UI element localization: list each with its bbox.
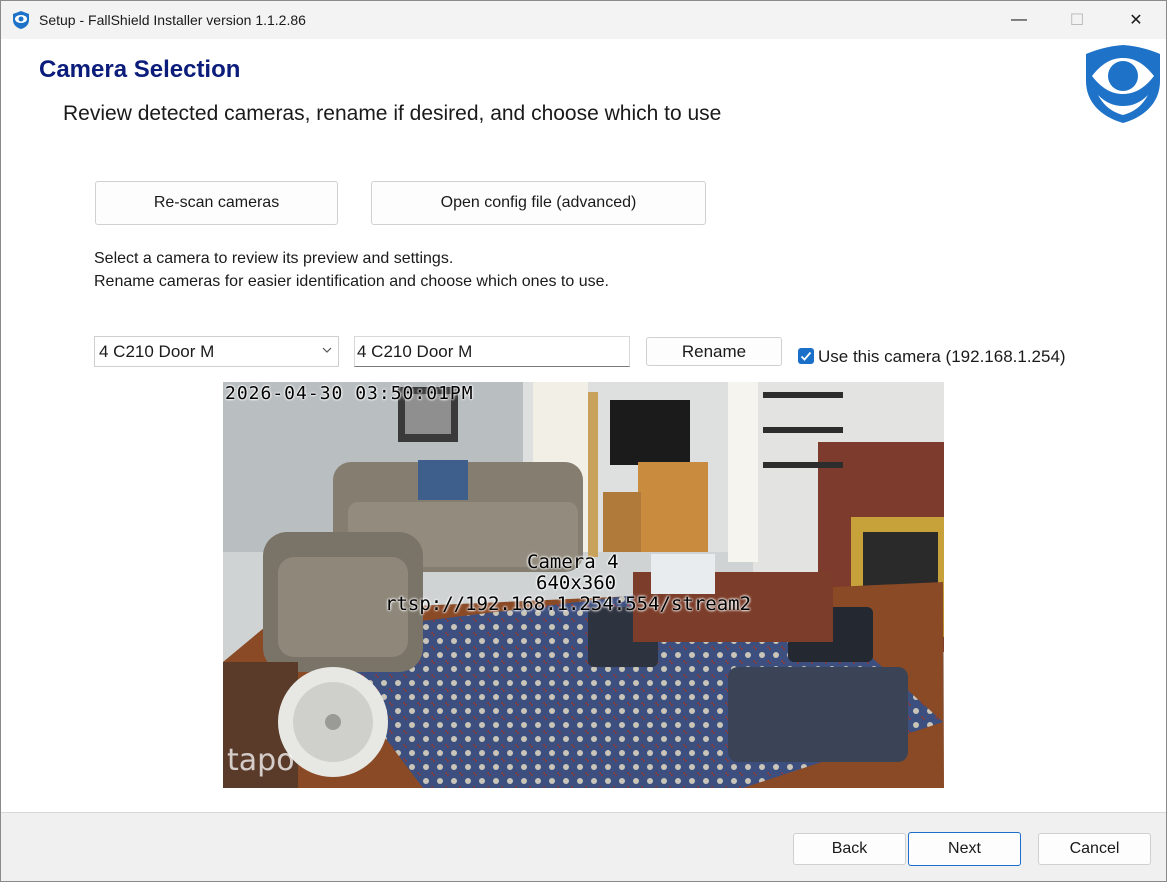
camera-select-value: 4 C210 Door M	[99, 341, 215, 361]
preview-camera-label: Camera 4	[527, 551, 619, 573]
use-camera-checkbox[interactable]	[798, 348, 814, 364]
page-title: Camera Selection	[39, 56, 241, 83]
rename-button[interactable]: Rename	[646, 337, 782, 366]
shield-eye-icon	[13, 11, 29, 29]
use-camera-label[interactable]: Use this camera (192.168.1.254)	[818, 347, 1066, 367]
minimize-button[interactable]: —	[990, 1, 1048, 39]
cancel-button[interactable]: Cancel	[1038, 833, 1151, 865]
instruction-line-2: Rename cameras for easier identification…	[94, 273, 609, 290]
chevron-down-icon	[322, 347, 332, 353]
preview-timestamp: 2026-04-30 03:50:01PM	[225, 383, 474, 404]
rescan-cameras-button[interactable]: Re-scan cameras	[95, 181, 338, 225]
checkmark-icon	[800, 351, 812, 361]
next-button[interactable]: Next	[908, 832, 1021, 866]
preview-stream-url: rtsp://192.168.1.254:554/stream2	[385, 593, 752, 615]
page-subtitle: Review detected cameras, rename if desir…	[63, 102, 722, 125]
title-bar: Setup - FallShield Installer version 1.1…	[1, 1, 1166, 39]
instruction-line-1: Select a camera to review its preview an…	[94, 250, 454, 267]
tapo-watermark: tapo	[227, 743, 295, 778]
back-button[interactable]: Back	[793, 833, 906, 865]
window-title: Setup - FallShield Installer version 1.1…	[39, 12, 306, 28]
shield-eye-logo	[1086, 45, 1160, 123]
open-config-button[interactable]: Open config file (advanced)	[371, 181, 706, 225]
maximize-button[interactable]: ☐	[1048, 1, 1106, 39]
installer-window: Setup - FallShield Installer version 1.1…	[0, 0, 1167, 882]
close-button[interactable]: ✕	[1107, 1, 1165, 39]
camera-name-value: 4 C210 Door M	[357, 341, 473, 361]
camera-name-input[interactable]: 4 C210 Door M	[354, 336, 630, 367]
preview-resolution: 640x360	[536, 572, 617, 594]
camera-select[interactable]: 4 C210 Door M	[94, 336, 339, 367]
